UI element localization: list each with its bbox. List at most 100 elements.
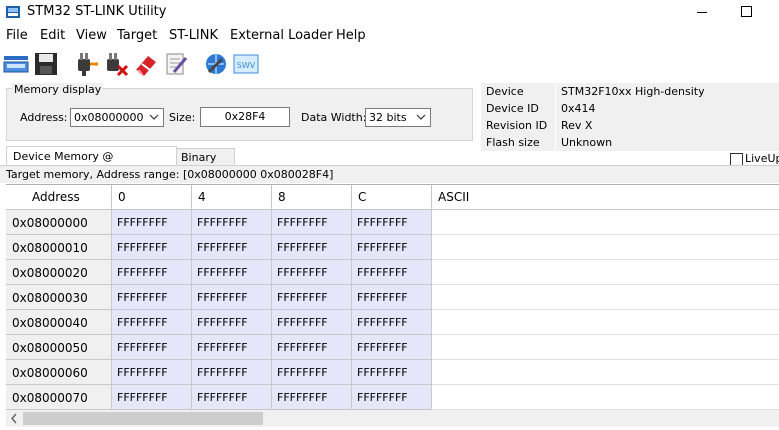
address-combo[interactable]: 0x08000000 [70, 108, 164, 127]
menu-help[interactable]: Help [336, 28, 366, 43]
scrollbar-thumb[interactable] [23, 412, 263, 425]
table-row[interactable]: 0x08000050 FFFFFFFF FFFFFFFF FFFFFFFF FF… [6, 335, 779, 360]
memory-value: FFFFFFFF [357, 291, 408, 304]
column-divider [555, 117, 556, 134]
horizontal-scrollbar[interactable] [6, 410, 779, 427]
memory-cell[interactable]: FFFFFFFF [112, 360, 192, 385]
tab-binary-file[interactable]: Binary File [176, 148, 235, 177]
memory-cell[interactable]: FFFFFFFF [352, 210, 432, 235]
memory-cell[interactable]: FFFFFFFF [192, 385, 272, 410]
swv-icon[interactable]: SWV [232, 50, 260, 78]
header-ascii-label: ASCII [438, 190, 470, 204]
row-address-cell: 0x08000000 [6, 210, 112, 235]
memory-cell[interactable]: FFFFFFFF [272, 360, 352, 385]
maximize-button[interactable] [724, 0, 768, 25]
memory-cell[interactable]: FFFFFFFF [272, 385, 352, 410]
program-icon[interactable] [162, 50, 190, 78]
disconnect-icon[interactable] [102, 50, 130, 78]
header-col-8-label: 8 [278, 190, 286, 204]
table-row[interactable]: 0x08000060 FFFFFFFF FFFFFFFF FFFFFFFF FF… [6, 360, 779, 385]
memory-value: FFFFFFFF [117, 291, 168, 304]
flash-size-value: Unknown [561, 136, 613, 149]
header-ascii[interactable]: ASCII [432, 185, 779, 210]
memory-cell[interactable]: FFFFFFFF [112, 210, 192, 235]
memory-value: FFFFFFFF [357, 391, 408, 404]
column-divider [555, 134, 556, 151]
menu-bar: File Edit View Target ST-LINK External L… [0, 26, 779, 46]
header-col-4[interactable]: 4 [192, 185, 272, 210]
memory-value: FFFFFFFF [357, 266, 408, 279]
data-width-value: 32 bits [369, 111, 407, 124]
memory-cell[interactable]: FFFFFFFF [112, 260, 192, 285]
settings-globe-icon[interactable] [202, 50, 230, 78]
memory-cell[interactable]: FFFFFFFF [352, 385, 432, 410]
memory-cell[interactable]: FFFFFFFF [192, 310, 272, 335]
header-address[interactable]: Address [6, 185, 112, 210]
device-id-key: Device ID [486, 102, 539, 115]
table-row[interactable]: 0x08000070 FFFFFFFF FFFFFFFF FFFFFFFF FF… [6, 385, 779, 410]
memory-cell[interactable]: FFFFFFFF [272, 285, 352, 310]
menu-external-loader[interactable]: External Loader [230, 28, 333, 43]
erase-icon[interactable] [132, 50, 160, 78]
memory-cell[interactable]: FFFFFFFF [192, 260, 272, 285]
memory-cell[interactable]: FFFFFFFF [192, 235, 272, 260]
header-col-8[interactable]: 8 [272, 185, 352, 210]
table-row[interactable]: 0x08000020 FFFFFFFF FFFFFFFF FFFFFFFF FF… [6, 260, 779, 285]
connect-icon[interactable] [72, 50, 100, 78]
row-address: 0x08000020 [12, 266, 88, 280]
memory-value: FFFFFFFF [117, 366, 168, 379]
address-range-text: Target memory, Address range: [0x0800000… [6, 168, 334, 181]
memory-cell[interactable]: FFFFFFFF [352, 260, 432, 285]
memory-value: FFFFFFFF [197, 341, 248, 354]
table-row[interactable]: 0x08000030 FFFFFFFF FFFFFFFF FFFFFFFF FF… [6, 285, 779, 310]
memory-cell[interactable]: FFFFFFFF [352, 285, 432, 310]
menu-edit[interactable]: Edit [40, 28, 65, 43]
memory-cell[interactable]: FFFFFFFF [352, 335, 432, 360]
tab-device-memory[interactable]: Device Memory @ 0x08000000 : [6, 146, 177, 176]
memory-cell[interactable]: FFFFFFFF [112, 235, 192, 260]
menu-st-link[interactable]: ST-LINK [169, 28, 218, 43]
row-address-cell: 0x08000010 [6, 235, 112, 260]
table-row[interactable]: 0x08000010 FFFFFFFF FFFFFFFF FFFFFFFF FF… [6, 235, 779, 260]
memory-value: FFFFFFFF [197, 291, 248, 304]
minimize-button[interactable] [682, 0, 722, 25]
ascii-cell [432, 335, 779, 360]
memory-value: FFFFFFFF [357, 316, 408, 329]
size-field[interactable]: 0x28F4 [200, 107, 290, 127]
memory-cell[interactable]: FFFFFFFF [272, 335, 352, 360]
save-icon[interactable] [32, 50, 60, 78]
memory-cell[interactable]: FFFFFFFF [272, 260, 352, 285]
memory-cell[interactable]: FFFFFFFF [272, 210, 352, 235]
memory-cell[interactable]: FFFFFFFF [112, 335, 192, 360]
memory-cell[interactable]: FFFFFFFF [192, 210, 272, 235]
memory-display-legend: Memory display [12, 83, 104, 96]
memory-value: FFFFFFFF [117, 341, 168, 354]
menu-file[interactable]: File [6, 28, 28, 43]
header-col-c[interactable]: C [352, 185, 432, 210]
menu-target[interactable]: Target [117, 28, 157, 43]
memory-cell[interactable]: FFFFFFFF [192, 285, 272, 310]
memory-cell[interactable]: FFFFFFFF [352, 360, 432, 385]
header-col-4-label: 4 [198, 190, 206, 204]
memory-cell[interactable]: FFFFFFFF [352, 235, 432, 260]
data-width-combo[interactable]: 32 bits [365, 108, 431, 127]
memory-cell[interactable]: FFFFFFFF [112, 310, 192, 335]
memory-value: FFFFFFFF [277, 266, 328, 279]
table-row[interactable]: 0x08000040 FFFFFFFF FFFFFFFF FFFFFFFF FF… [6, 310, 779, 335]
menu-view[interactable]: View [76, 28, 107, 43]
scroll-left-icon[interactable] [6, 410, 23, 427]
table-row[interactable]: 0x08000000 FFFFFFFF FFFFFFFF FFFFFFFF FF… [6, 210, 779, 235]
memory-cell[interactable]: FFFFFFFF [112, 285, 192, 310]
header-col-0[interactable]: 0 [112, 185, 192, 210]
memory-cell[interactable]: FFFFFFFF [112, 385, 192, 410]
memory-cell[interactable]: FFFFFFFF [272, 310, 352, 335]
memory-cell[interactable]: FFFFFFFF [192, 335, 272, 360]
memory-cell[interactable]: FFFFFFFF [272, 235, 352, 260]
row-address: 0x08000060 [12, 366, 88, 380]
memory-cell[interactable]: FFFFFFFF [352, 310, 432, 335]
memory-value: FFFFFFFF [117, 316, 168, 329]
memory-cell[interactable]: FFFFFFFF [192, 360, 272, 385]
usb-icon[interactable] [2, 50, 30, 78]
row-address: 0x08000070 [12, 391, 88, 405]
header-col-0-label: 0 [118, 190, 126, 204]
